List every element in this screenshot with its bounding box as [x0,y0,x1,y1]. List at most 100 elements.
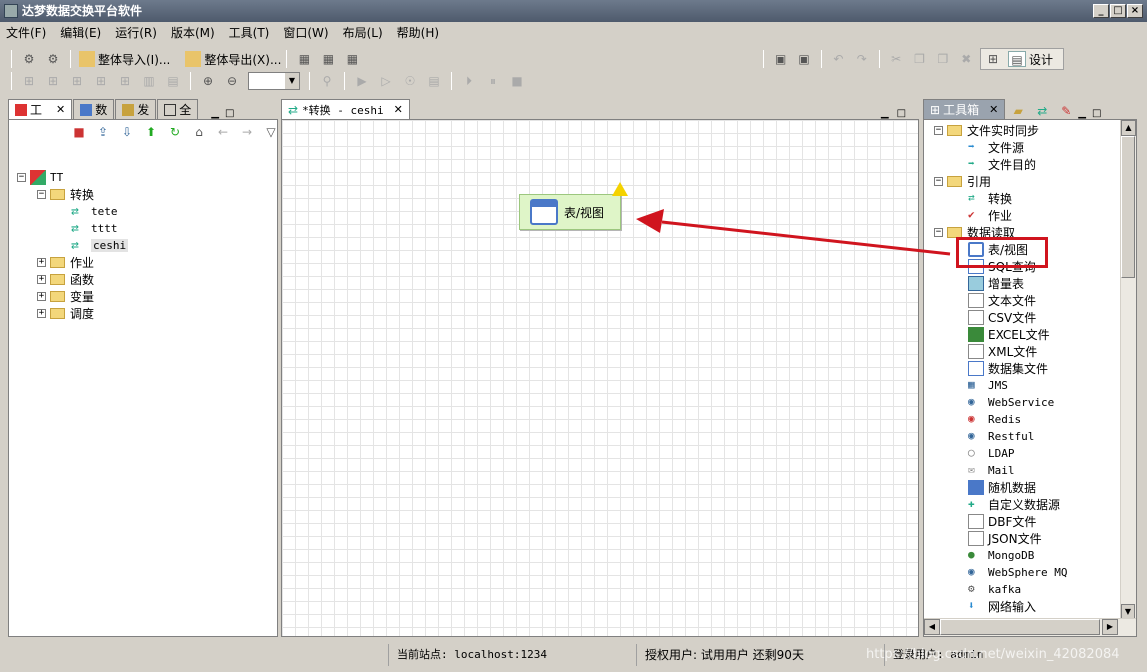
tree-folder-schedule[interactable]: + 调度 [37,305,94,322]
expand-icon[interactable]: + [37,275,46,284]
toolbox-item[interactable]: 数据集文件 [968,360,1048,377]
collapse-icon[interactable]: − [934,126,943,135]
database-remove-icon[interactable]: ▦ [343,51,361,67]
export-button[interactable]: 整体导出(X)... [204,51,281,68]
toolbox-item[interactable]: ✚ 自定义数据源 [968,496,1060,513]
scroll-up-icon[interactable]: ▲ [1121,120,1136,136]
toolbox-item[interactable]: ◉ WebService [968,394,1054,411]
toolbox-item[interactable]: 随机数据 [968,479,1036,496]
scroll-thumb[interactable] [1121,136,1135,278]
save-all-icon[interactable]: ▣ [795,51,812,67]
menu-help[interactable]: 帮助(H) [397,24,439,41]
close-icon[interactable]: ✕ [56,103,65,116]
resume-icon[interactable]: ⏵ [460,73,478,89]
expand-icon[interactable]: + [37,292,46,301]
toolbox-item[interactable]: ◉ Restful [968,428,1034,445]
vertical-scrollbar[interactable]: ▲ ▼ [1120,120,1136,620]
toolbox-item[interactable]: ◯ LDAP [968,445,1015,462]
toolbox-item[interactable]: ◉ WebSphere MQ [968,564,1067,581]
menu-layout[interactable]: 布局(L) [343,24,383,41]
distribute-icon[interactable]: ▥ [140,73,158,89]
align-right-icon[interactable]: ⊞ [68,73,86,89]
tree-folder-variable[interactable]: + 变量 [37,288,94,305]
toolbox-item[interactable]: ✔ 作业 [968,207,1012,224]
sync-icon[interactable]: ⇄ [1033,103,1051,119]
toolbox-category[interactable]: − 引用 [934,173,991,190]
menu-edit[interactable]: 编辑(E) [60,24,101,41]
undo-icon[interactable]: ↶ [830,51,847,67]
tree-root[interactable]: − TT [17,169,63,186]
close-icon[interactable]: ✕ [394,103,403,116]
database-add-icon[interactable]: ▦ [319,51,337,67]
save-icon[interactable]: ▣ [772,51,789,67]
pause-icon[interactable]: ⏸ [484,73,502,89]
menu-file[interactable]: 文件(F) [6,24,46,41]
toolbox-item[interactable]: ⇄ 转换 [968,190,1012,207]
align-center-icon[interactable]: ⊞ [44,73,62,89]
collapse-icon[interactable]: − [17,173,26,182]
toolbox-item[interactable]: ➡ 文件目的 [968,156,1036,173]
toolbox-item[interactable]: ⬇ 网络输入 [968,598,1036,615]
close-icon[interactable]: ✕ [989,103,998,116]
toolbox-item[interactable]: ➡ 文件源 [968,139,1024,156]
tab-data[interactable]: 数 [73,99,115,119]
toolbox-item[interactable]: ● MongoDB [968,547,1034,564]
tab-editor[interactable]: ⇄ *转换 - ceshi ✕ [281,99,410,119]
tab-publish[interactable]: 发 [115,99,157,119]
toolbox-item[interactable]: 文本文件 [968,292,1036,309]
delete-icon[interactable]: ✖ [958,51,975,67]
design-icon[interactable]: ▤ [1008,51,1026,67]
distribute-v-icon[interactable]: ▤ [164,73,182,89]
tab-project[interactable]: 工 ✕ [8,99,73,119]
toolbox-category[interactable]: − 文件实时同步 [934,122,1039,139]
close-button[interactable]: × [1127,4,1143,18]
design-canvas[interactable]: 表/视图 [281,119,919,637]
zoom-out-icon[interactable]: ⊖ [223,73,241,89]
minimize-view-icon[interactable]: ▁ [211,108,219,119]
toolbox-item[interactable]: ◉ Redis [968,411,1021,428]
collapse-icon[interactable]: − [934,228,943,237]
validate-icon[interactable]: ⚲ [318,73,336,89]
scroll-left-icon[interactable]: ◀ [924,619,940,635]
toolbox-item[interactable]: CSV文件 [968,309,1036,326]
menu-version[interactable]: 版本(M) [171,24,215,41]
collapse-icon[interactable]: − [934,177,943,186]
toolbox-item[interactable]: JSON文件 [968,530,1042,547]
minimize-button[interactable]: _ [1093,4,1109,18]
run-icon[interactable]: ▶ [353,73,371,89]
align-icon[interactable]: ⊞ [20,73,38,89]
scroll-thumb-h[interactable] [940,619,1100,635]
folder-open-icon[interactable]: ▰ [1009,103,1027,119]
minimize-view-icon[interactable]: ▁ [881,108,889,119]
toolbox-item[interactable]: ⚙ kafka [968,581,1021,598]
menu-window[interactable]: 窗口(W) [283,24,328,41]
copy-icon[interactable]: ❐ [911,51,928,67]
import-button[interactable]: 整体导入(I)... [98,51,170,68]
disconnect-icon[interactable]: ⚙ [44,51,62,67]
zoom-select[interactable]: ▼ [248,72,300,90]
zoom-in-icon[interactable]: ⊕ [199,73,217,89]
toolbox-item[interactable]: EXCEL文件 [968,326,1050,343]
import-icon[interactable] [79,51,95,67]
tab-global[interactable]: 全 [157,99,199,119]
menu-run[interactable]: 运行(R) [115,24,157,41]
preview-icon[interactable]: ▤ [425,73,443,89]
tree-item-selected[interactable]: ⇄ ceshi [71,237,129,254]
redo-icon[interactable]: ↷ [853,51,870,67]
database-icon[interactable]: ▦ [295,51,313,67]
paste-icon[interactable]: ❐ [934,51,951,67]
cut-icon[interactable]: ✂ [888,51,905,67]
step-icon[interactable]: ▷ [377,73,395,89]
export-icon[interactable] [185,51,202,67]
expand-icon[interactable]: + [37,309,46,318]
expand-icon[interactable]: + [37,258,46,267]
stop-icon[interactable]: ■ [508,73,526,89]
maximize-view-icon[interactable]: □ [225,108,234,119]
toolbox-item[interactable]: DBF文件 [968,513,1036,530]
scroll-right-icon[interactable]: ▶ [1102,619,1118,635]
settings-icon[interactable]: ✎ [1057,103,1075,119]
align-middle-icon[interactable]: ⊞ [116,73,134,89]
maximize-button[interactable]: □ [1110,4,1126,18]
menu-tools[interactable]: 工具(T) [229,24,270,41]
tree-item[interactable]: ⇄ tttt [71,220,118,237]
